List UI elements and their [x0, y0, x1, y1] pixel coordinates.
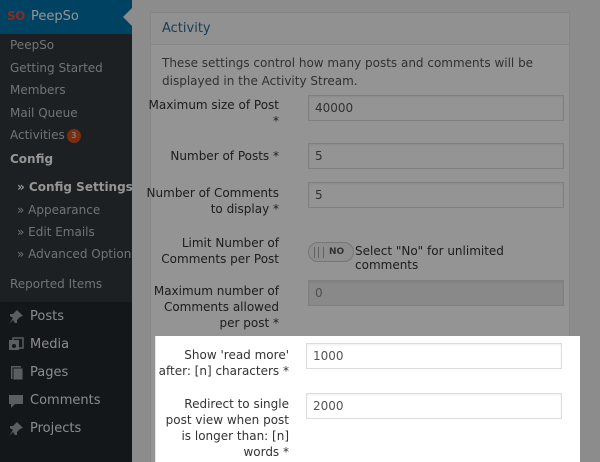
- submenu-item-peepso[interactable]: PeepSo: [10, 38, 54, 52]
- max-post-size-input[interactable]: 40000: [308, 95, 564, 121]
- plugin-submenu: PeepSo Getting Started Members Mail Queu…: [0, 34, 132, 302]
- submenu-item-mail-queue[interactable]: Mail Queue: [10, 106, 78, 120]
- menu-item-label: Projects: [30, 421, 82, 436]
- menu-item-comments[interactable]: Comments: [0, 387, 132, 415]
- field-label-max-post-size: Maximum size of Post *: [148, 98, 279, 128]
- submenu-item-getting-started[interactable]: Getting Started: [10, 61, 103, 75]
- panel-title: Activity: [162, 21, 211, 36]
- submenu-item-appearance[interactable]: » Appearance: [17, 203, 100, 217]
- menu-item-pages[interactable]: Pages: [0, 359, 132, 387]
- toggle-state: NO: [329, 247, 345, 257]
- menu-item-media[interactable]: Media: [0, 331, 132, 359]
- menu-item-label: Comments: [30, 393, 101, 408]
- redirect-words-input[interactable]: 2000: [306, 393, 562, 419]
- field-label-read-more: Show 'read more' after: [n] characters *: [158, 348, 289, 378]
- limit-comments-toggle[interactable]: NO: [308, 242, 354, 262]
- menu-item-projects[interactable]: Projects: [0, 415, 132, 443]
- number-of-posts-input[interactable]: 5: [308, 143, 564, 169]
- submenu-item-config[interactable]: Config: [10, 152, 53, 166]
- number-of-comments-input[interactable]: 5: [308, 182, 564, 208]
- field-label-number-of-posts: Number of Posts *: [170, 149, 279, 163]
- field-label-max-comments-allowed: Maximum number of Comments allowed per p…: [153, 284, 279, 330]
- plugin-title: PeepSo: [31, 9, 79, 24]
- toggle-grip-icon: [314, 247, 324, 258]
- submenu-item-members[interactable]: Members: [10, 83, 66, 97]
- highlighted-settings-region: Show 'read more' after: [n] characters *…: [155, 336, 580, 462]
- submenu-item-reported-items[interactable]: Reported Items: [10, 277, 102, 291]
- pages-icon: [11, 366, 24, 381]
- field-label-redirect-single-post: Redirect to single post view when post i…: [165, 397, 289, 459]
- sidebar-current-plugin[interactable]: SO PeepSo: [0, 0, 132, 34]
- menu-item-label: Posts: [30, 309, 64, 324]
- comment-icon: [9, 395, 23, 408]
- submenu-item-edit-emails[interactable]: » Edit Emails: [17, 225, 95, 239]
- peepso-logo-icon: SO: [7, 9, 25, 23]
- limit-comments-note: Select "No" for unlimited comments: [355, 244, 504, 272]
- field-label-limit-comments: Limit Number of Comments per Post: [161, 236, 279, 266]
- submenu-item-advanced-options[interactable]: » Advanced Options: [17, 247, 132, 261]
- panel-description: These settings control how many posts an…: [162, 56, 534, 88]
- current-menu-arrow-icon: [123, 8, 132, 26]
- submenu-item-config-settings[interactable]: » Config Settings: [17, 180, 132, 194]
- activities-count-badge: 3: [66, 129, 81, 143]
- menu-item-label: Pages: [30, 365, 69, 380]
- admin-sidebar: SO PeepSo PeepSo Getting Started Members…: [0, 0, 132, 462]
- pin-icon: [9, 422, 23, 436]
- field-label-number-of-comments: Number of Comments to display *: [146, 186, 279, 216]
- read-more-characters-input[interactable]: 1000: [306, 343, 562, 369]
- menu-item-posts[interactable]: Posts: [0, 303, 132, 331]
- pin-icon: [9, 310, 23, 324]
- max-comments-allowed-input: 0: [308, 280, 564, 306]
- media-icon: [9, 337, 24, 350]
- submenu-item-activities[interactable]: Activities 3: [10, 128, 81, 143]
- panel-header: Activity: [151, 13, 569, 45]
- menu-item-label: Media: [30, 337, 70, 352]
